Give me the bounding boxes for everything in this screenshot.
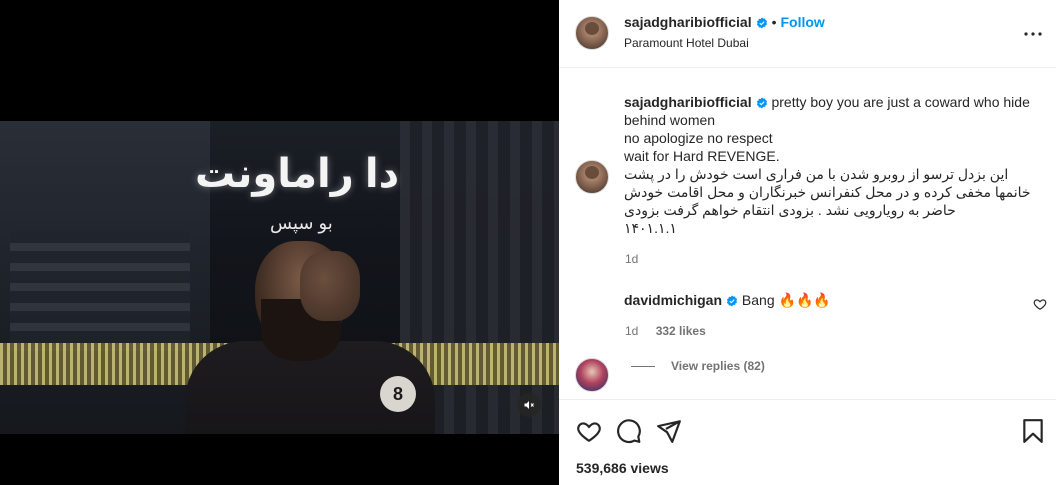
location-link[interactable]: Paramount Hotel Dubai (624, 36, 749, 50)
verified-badge-icon (726, 295, 738, 307)
view-replies-button[interactable]: View replies (82) (631, 359, 765, 373)
heart-icon[interactable] (576, 418, 602, 444)
avatar[interactable] (575, 358, 609, 392)
comment-username[interactable]: davidmichigan (624, 292, 722, 308)
building-windows (10, 231, 190, 351)
view-count[interactable]: 539,686 views (576, 460, 669, 476)
more-options-button[interactable] (1021, 22, 1045, 46)
caption-line: no apologize no respect (624, 130, 773, 146)
comment-item: davidmichigan Bang 🔥🔥🔥 (624, 291, 1024, 309)
comments-section[interactable]: sajadgharibiofficial pretty boy you are … (559, 69, 1056, 399)
header-user-line: sajadgharibiofficial • Follow (624, 14, 825, 30)
comment-meta: 1d 332 likes (625, 324, 720, 338)
avatar[interactable] (575, 160, 609, 194)
post-header: sajadgharibiofficial • Follow Paramount Ho… (559, 0, 1056, 68)
verified-badge-icon (756, 17, 767, 29)
caption-line-persian: این بزدل ترسو از روبرو شدن با من فراری ا… (624, 166, 1031, 218)
mute-button[interactable] (517, 393, 541, 417)
bookmark-icon[interactable] (1020, 418, 1046, 444)
separator-dot: • (771, 14, 777, 30)
caption-username[interactable]: sajadgharibiofficial (624, 94, 752, 110)
avatar[interactable] (575, 16, 609, 50)
video-frame[interactable]: دا راماونت بو سپس 8 (0, 121, 559, 434)
header-username[interactable]: sajadgharibiofficial (624, 14, 752, 30)
view-replies-label: View replies (82) (671, 359, 765, 373)
caption-date: ۱۴۰۱.۱.۱ (624, 220, 677, 236)
caption-line: wait for Hard REVENGE. (624, 148, 780, 164)
post-caption: sajadgharibiofficial pretty boy you are … (624, 93, 1034, 237)
hotel-sign: دا راماونت (195, 152, 400, 196)
comment-icon[interactable] (616, 418, 642, 444)
post-panel: sajadgharibiofficial • Follow Paramount Ho… (559, 0, 1056, 485)
speaker-muted-icon (524, 401, 534, 409)
comment-timestamp[interactable]: 1d (625, 324, 638, 338)
share-icon[interactable] (656, 418, 682, 444)
more-horizontal-icon (1024, 32, 1042, 36)
post-media[interactable]: دا راماونت بو سپس 8 (0, 0, 559, 485)
caption-timestamp[interactable]: 1d (625, 252, 638, 266)
verified-badge-icon (756, 97, 767, 109)
person-fist (300, 251, 360, 321)
comment-likes[interactable]: 332 likes (656, 324, 706, 338)
like-comment-icon[interactable] (1033, 297, 1047, 311)
action-bar: 539,686 views (559, 399, 1056, 485)
hotel-sign-sub: بو سپس (270, 213, 333, 233)
comment-text: Bang 🔥🔥🔥 (741, 292, 831, 308)
replies-divider (631, 365, 655, 367)
follow-button[interactable]: Follow (781, 14, 825, 30)
shirt-emblem: 8 (380, 376, 416, 412)
